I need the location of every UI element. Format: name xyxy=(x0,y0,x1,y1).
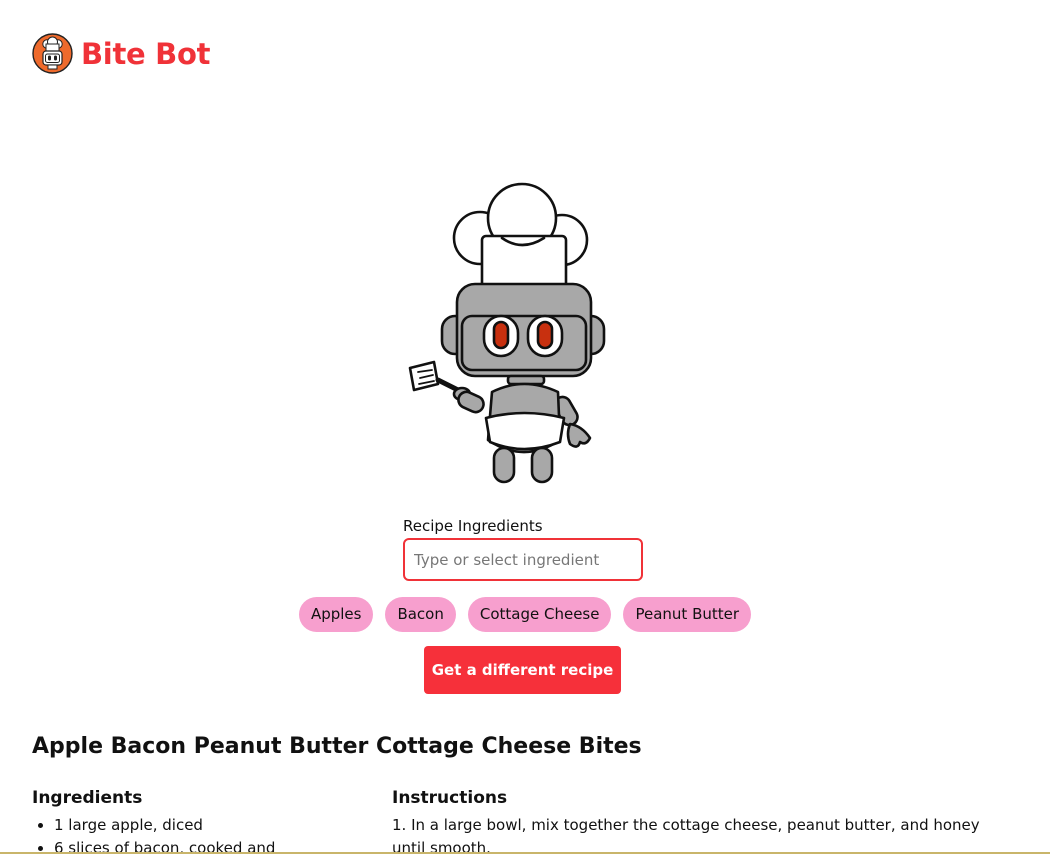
instruction-step: 1. In a large bowl, mix together the cot… xyxy=(392,816,980,854)
ingredients-section: Ingredients 1 large apple, diced 6 slice… xyxy=(32,788,332,854)
ingredients-field-label: Recipe Ingredients xyxy=(403,517,543,535)
ingredient-item: 1 large apple, diced xyxy=(54,814,332,837)
chef-robot-illustration-icon xyxy=(408,182,606,484)
chef-robot-logo-icon xyxy=(32,33,73,74)
ingredient-chip-peanut-butter[interactable]: Peanut Butter xyxy=(623,597,752,632)
brand[interactable]: Bite Bot xyxy=(32,33,210,74)
instructions-list: 1. In a large bowl, mix together the cot… xyxy=(392,814,1002,854)
get-different-recipe-button[interactable]: Get a different recipe xyxy=(424,646,621,694)
instructions-heading: Instructions xyxy=(392,788,508,808)
ingredient-chip-bacon[interactable]: Bacon xyxy=(385,597,456,632)
ingredient-chip-cottage-cheese[interactable]: Cottage Cheese xyxy=(467,597,612,632)
ingredient-search-input[interactable] xyxy=(403,538,643,581)
ingredients-heading: Ingredients xyxy=(32,788,143,808)
ingredient-chip-apples[interactable]: Apples xyxy=(298,597,374,632)
page: Bite Bot Recipe Ingredients Type or sele… xyxy=(0,0,1050,854)
recipe-title: Apple Bacon Peanut Butter Cottage Cheese… xyxy=(32,734,642,759)
ingredients-list: 1 large apple, diced 6 slices of bacon, … xyxy=(32,814,332,854)
instructions-section: Instructions 1. In a large bowl, mix tog… xyxy=(392,788,1002,854)
selected-ingredients: Apples Bacon Cottage Cheese Peanut Butte… xyxy=(0,597,1050,632)
brand-name: Bite Bot xyxy=(81,36,211,71)
